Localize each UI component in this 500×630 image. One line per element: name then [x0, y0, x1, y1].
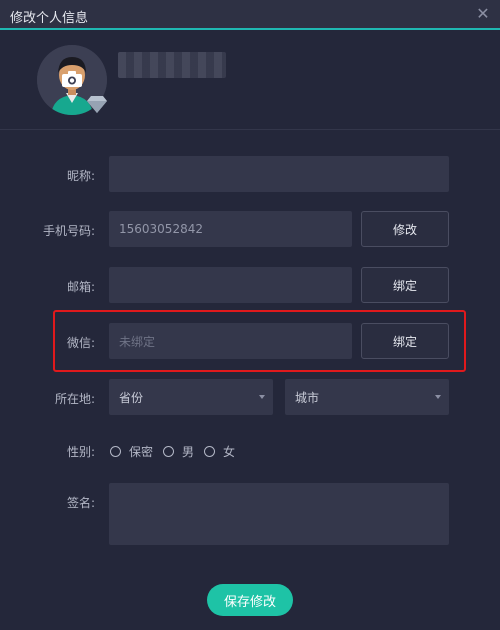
province-select-value: 省份 [119, 390, 144, 405]
nickname-input[interactable] [109, 156, 449, 192]
close-icon[interactable]: ✕ [474, 5, 492, 23]
signature-label: 签名: [66, 496, 95, 510]
change-phone-button[interactable]: 修改 [361, 211, 449, 247]
gender-radio-group: 保密 男 女 [110, 443, 245, 460]
gender-radio-female[interactable]: 女 [204, 443, 235, 460]
camera-icon[interactable] [62, 71, 82, 87]
gender-label: 性别: [66, 445, 95, 459]
profile-header [0, 30, 500, 130]
email-label: 邮箱: [66, 280, 95, 294]
gender-option-label: 女 [223, 445, 236, 459]
radio-circle-icon [163, 446, 175, 457]
wechat-highlight-box [53, 310, 466, 372]
radio-circle-icon [110, 446, 121, 457]
radio-circle-icon [204, 446, 216, 457]
location-label: 所在地: [54, 392, 95, 406]
chevron-down-icon [435, 395, 441, 399]
gender-option-label: 男 [182, 445, 195, 459]
nickname-label: 昵称: [66, 169, 95, 183]
gender-radio-secret[interactable]: 保密 [110, 443, 153, 460]
window-title: 修改个人信息 [10, 11, 89, 26]
diamond-icon [87, 96, 107, 113]
province-select[interactable]: 省份 [109, 379, 273, 415]
signature-textarea[interactable] [109, 483, 449, 545]
chevron-down-icon [259, 395, 265, 399]
title-bar: 修改个人信息 ✕ [0, 0, 500, 30]
email-input[interactable] [109, 267, 352, 303]
gender-radio-male[interactable]: 男 [163, 443, 194, 460]
username-blurred [118, 52, 226, 78]
city-select-value: 城市 [295, 390, 320, 405]
phone-input[interactable]: 15603052842 [109, 211, 352, 247]
gender-option-label: 保密 [129, 445, 154, 459]
save-button[interactable]: 保存修改 [207, 584, 293, 616]
city-select[interactable]: 城市 [285, 379, 449, 415]
phone-label: 手机号码: [42, 224, 95, 238]
bind-email-button[interactable]: 绑定 [361, 267, 449, 303]
